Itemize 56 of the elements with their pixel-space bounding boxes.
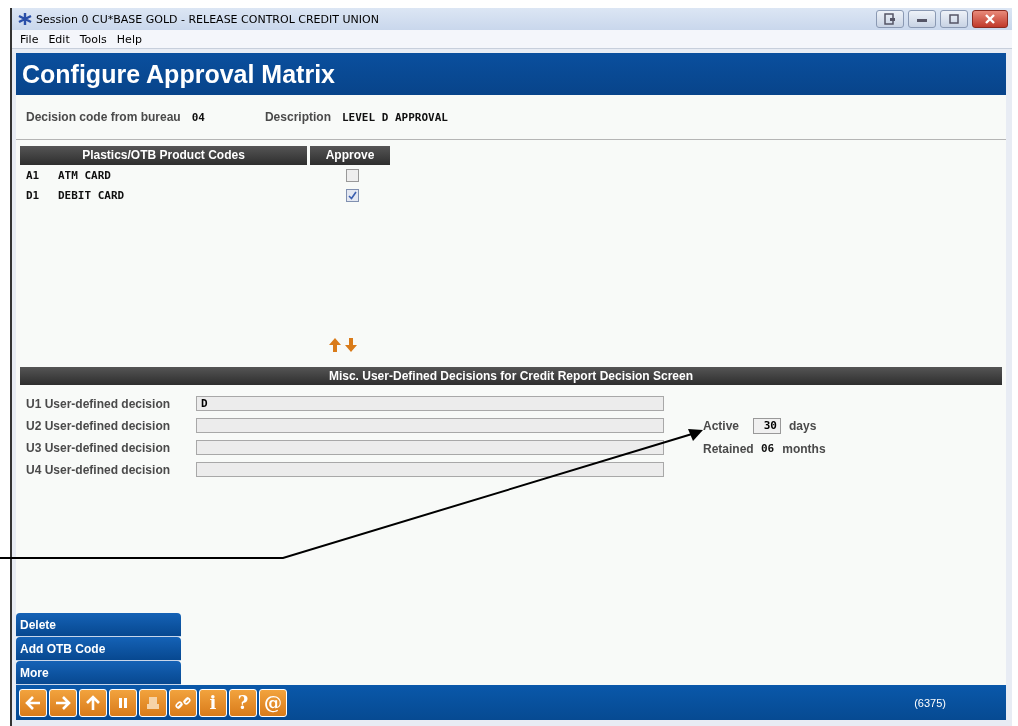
close-icon: [984, 13, 996, 25]
column-header: Plastics/OTB Product Codes: [20, 146, 307, 165]
input-field[interactable]: [196, 418, 664, 433]
screen-code: (6375): [914, 696, 946, 709]
input-field[interactable]: D: [196, 396, 664, 411]
menu-item[interactable]: Tools: [79, 32, 107, 46]
menu-item[interactable]: File: [20, 32, 39, 46]
print-button[interactable]: [139, 688, 167, 717]
minimize-button[interactable]: [908, 10, 936, 28]
field-label: Description: [264, 110, 331, 124]
table-cell-text: DEBIT CARD: [58, 188, 126, 202]
input-field[interactable]: 30: [753, 417, 781, 434]
maximize-button[interactable]: [940, 10, 968, 28]
unit-label: months: [782, 441, 826, 456]
action-button[interactable]: More: [16, 661, 181, 685]
field-value: 04: [191, 110, 205, 124]
window-title: Session 0 CU*BASE GOLD - RELEASE CONTROL CREDIT UNION: [36, 12, 379, 26]
field-value: 06: [761, 442, 775, 455]
menu-item[interactable]: Help: [116, 32, 142, 46]
arrow-down-icon[interactable]: [344, 337, 358, 353]
link-button[interactable]: [169, 688, 197, 717]
forward-button[interactable]: [49, 688, 77, 717]
input-field[interactable]: [196, 440, 664, 455]
field-label: Retained: [703, 441, 753, 456]
table-cell-text: A1: [26, 168, 41, 182]
maximize-icon: [948, 13, 960, 25]
action-button[interactable]: Delete: [16, 613, 181, 637]
field-label: Decision code from bureau: [26, 110, 181, 124]
approve-checkbox[interactable]: [346, 188, 359, 202]
action-button[interactable]: Add OTB Code: [16, 637, 181, 661]
page-title: Configure Approval Matrix: [22, 59, 335, 89]
menu-item[interactable]: Edit: [48, 32, 70, 46]
field-label: U1 User-defined decision: [26, 396, 172, 411]
close-button[interactable]: [972, 10, 1008, 28]
pause-button[interactable]: [109, 688, 137, 717]
column-header: Approve: [310, 146, 390, 165]
field-label: Active: [703, 418, 741, 433]
arrow-left-icon: [24, 693, 42, 712]
approve-checkbox[interactable]: [346, 168, 359, 182]
arrow-up-icon: [84, 693, 102, 712]
restore-button[interactable]: [876, 10, 904, 28]
field-label: U4 User-defined decision: [26, 462, 172, 477]
field-value: LEVEL D APPROVAL: [341, 110, 448, 124]
field-label: U3 User-defined decision: [26, 440, 172, 455]
field-label: U2 User-defined decision: [26, 418, 172, 433]
asterisk-icon: [18, 12, 32, 26]
section-title: Misc. User-Defined Decisions for Credit Report Decision Screen: [328, 369, 694, 383]
table-cell-text: D1: [26, 188, 41, 202]
input-field[interactable]: [196, 462, 664, 477]
back-button[interactable]: [19, 688, 47, 717]
restore-icon: [884, 13, 896, 25]
arrow-up-icon[interactable]: [328, 337, 342, 353]
unit-label: days: [789, 418, 817, 433]
up-button[interactable]: [79, 688, 107, 717]
arrow-right-icon: [54, 693, 72, 712]
table-cell-text: ATM CARD: [58, 168, 112, 182]
